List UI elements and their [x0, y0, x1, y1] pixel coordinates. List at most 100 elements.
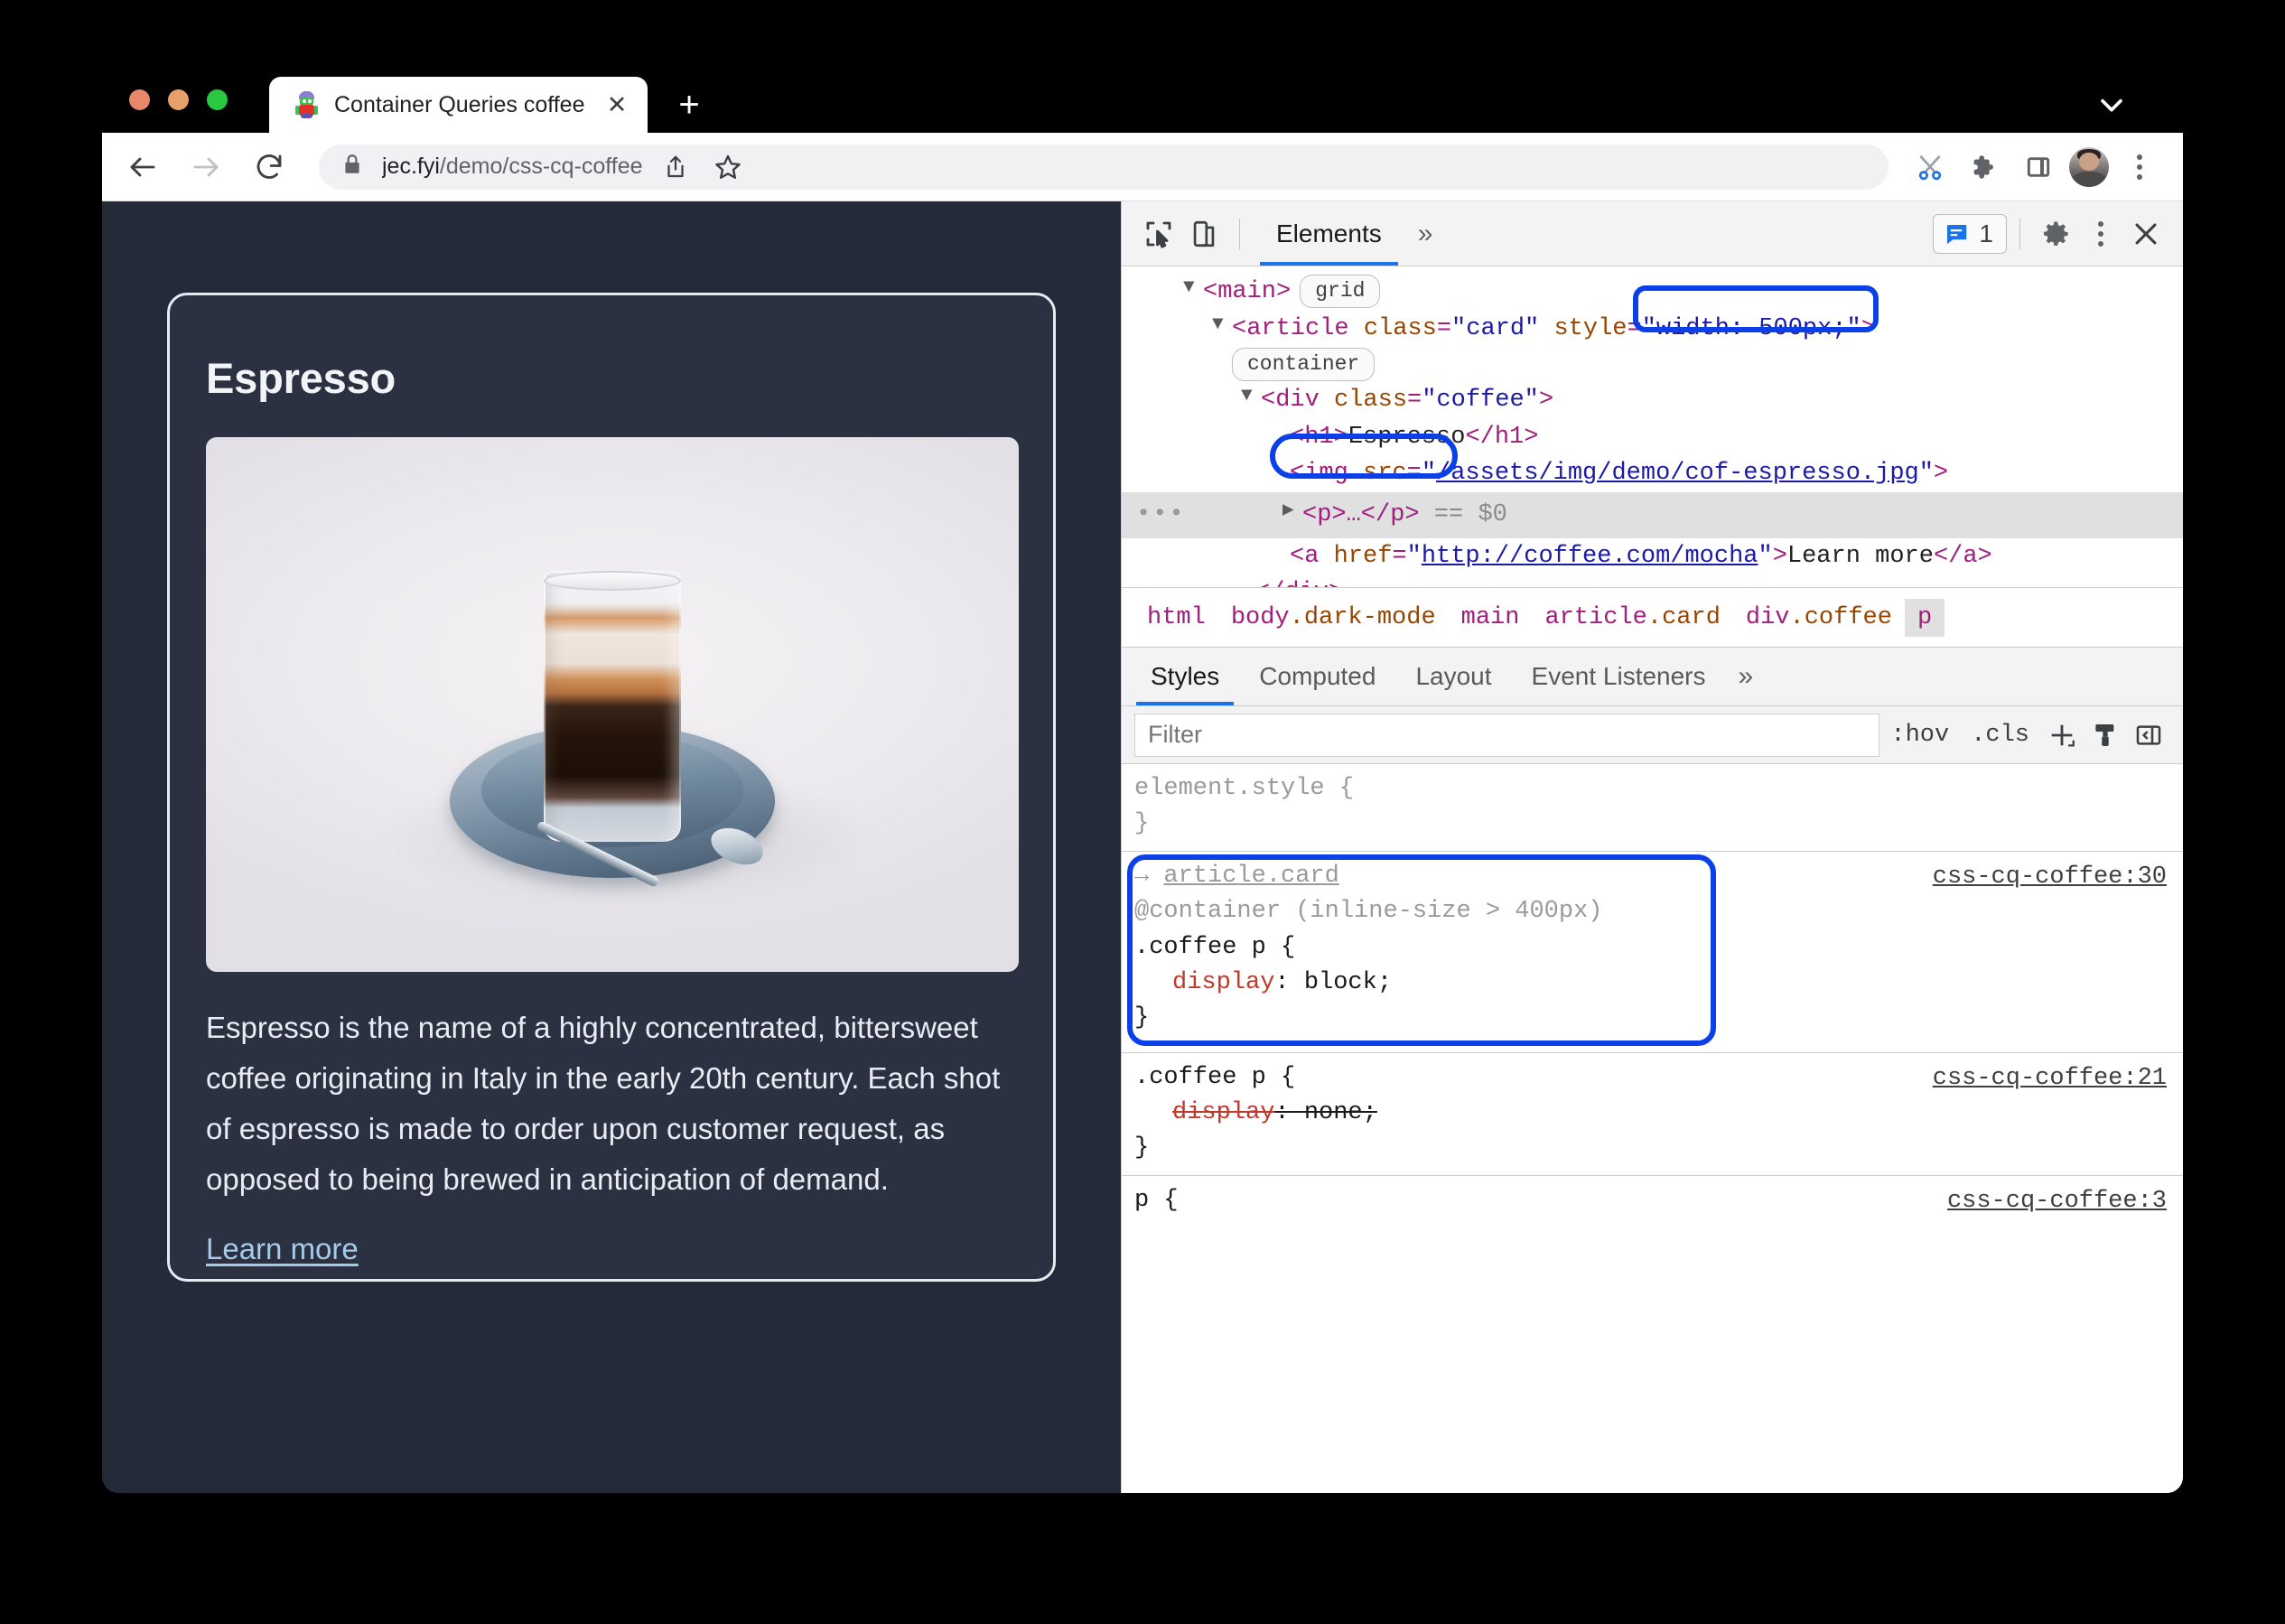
dom-attr-class: class: [1334, 387, 1408, 415]
paintbrush-icon[interactable]: [2084, 714, 2127, 757]
avatar[interactable]: [2069, 146, 2109, 187]
dom-tree[interactable]: ▼ <main> grid ▼ <article class = "card" st…: [1122, 266, 2183, 587]
settings-gear-icon[interactable]: [2033, 211, 2078, 257]
card-title: Espresso: [206, 354, 396, 402]
tab-layout[interactable]: Layout: [1395, 648, 1511, 705]
share-icon[interactable]: [652, 144, 699, 191]
declaration-display-overridden[interactable]: display: none;: [1134, 1096, 2183, 1131]
rule-close-brace: }: [1134, 810, 1150, 838]
dom-node-article[interactable]: ▼ <article class = "card" style = "width: 50…: [1122, 311, 2183, 348]
browser-menu-icon[interactable]: [2116, 144, 2163, 191]
dom-node-div-coffee[interactable]: ▼ <div class = "coffee" >: [1122, 382, 2183, 419]
dom-tag: <a: [1290, 542, 1334, 570]
styles-filter-input[interactable]: [1134, 713, 1880, 757]
dom-node-img[interactable]: <img src="/assets/img/demo/cof-espresso.…: [1122, 455, 2183, 492]
declaration-property[interactable]: display: [1172, 1099, 1274, 1126]
minimize-window-button[interactable]: [168, 89, 189, 110]
device-toolbar-icon[interactable]: [1181, 211, 1226, 257]
maximize-window-button[interactable]: [207, 89, 228, 110]
rule-selector[interactable]: .coffee p {: [1134, 930, 2183, 966]
rule-close-brace: }: [1134, 1003, 1150, 1031]
rule-origin-link[interactable]: css-cq-coffee:30: [1933, 860, 2167, 895]
dom-node-div-close[interactable]: </div>: [1122, 574, 2183, 587]
issues-message-icon: [1947, 224, 1967, 244]
close-window-button[interactable]: [129, 89, 150, 110]
dom-tag: <img: [1290, 460, 1364, 488]
rule-selector[interactable]: element.style {: [1134, 771, 2183, 807]
learn-more-link[interactable]: Learn more: [206, 1232, 359, 1266]
breadcrumb-p[interactable]: p: [1904, 598, 1945, 637]
dom-attr-src-value[interactable]: /assets/img/demo/cof-espresso.jpg: [1436, 460, 1919, 487]
dom-attr-class-value[interactable]: "coffee": [1422, 383, 1539, 418]
declaration-value[interactable]: none;: [1304, 1099, 1377, 1126]
more-panels-icon[interactable]: »: [1405, 219, 1446, 249]
scissors-icon[interactable]: [1907, 144, 1954, 191]
class-toggle-button[interactable]: .cls: [1960, 722, 2040, 749]
rule-origin-link[interactable]: css-cq-coffee:21: [1933, 1061, 2167, 1097]
browser-tab[interactable]: Container Queries coffee ✕: [269, 77, 648, 133]
grid-badge[interactable]: grid: [1300, 275, 1381, 308]
url-path: /demo/css-cq-coffee: [439, 154, 643, 179]
dom-node-main[interactable]: ▼ <main> grid: [1122, 274, 2183, 311]
dom-row-menu-icon[interactable]: •••: [1122, 498, 1184, 533]
chevron-down-icon[interactable]: [2094, 88, 2129, 122]
extensions-puzzle-icon[interactable]: [1961, 144, 2008, 191]
dom-attr-style-value[interactable]: "width: 500px;": [1642, 312, 1861, 347]
devtools-panel: Elements » 1 ▼ <main> grid ▼ <article cl…: [1121, 201, 2183, 1493]
styles-rules-list[interactable]: element.style { } css-cq-coffee:30 → art…: [1122, 764, 2183, 1493]
toggle-sidebar-icon[interactable]: [2127, 714, 2170, 757]
more-styles-tabs-icon[interactable]: »: [1726, 661, 1767, 692]
rule-p[interactable]: css-cq-coffee:3 p {: [1122, 1176, 2183, 1227]
tab-computed[interactable]: Computed: [1239, 648, 1395, 705]
breadcrumb-div[interactable]: div.coffee: [1733, 599, 1905, 637]
close-tab-icon[interactable]: ✕: [601, 89, 633, 121]
rule-container-query[interactable]: css-cq-coffee:30 → article.card @contain…: [1122, 852, 2183, 1053]
breadcrumb-article[interactable]: article.card: [1532, 599, 1732, 637]
dom-tag: <p>…</p>: [1302, 500, 1420, 528]
hover-state-button[interactable]: :hov: [1879, 722, 1960, 749]
declaration-value[interactable]: block;: [1304, 969, 1392, 996]
breadcrumb-html[interactable]: html: [1134, 599, 1218, 637]
devtools-toolbar: Elements » 1: [1122, 201, 2183, 266]
declaration-display[interactable]: display: block;: [1134, 966, 2183, 1001]
bookmark-star-icon[interactable]: [704, 144, 751, 191]
tab-event-listeners[interactable]: Event Listeners: [1512, 648, 1726, 705]
issues-badge[interactable]: 1: [1933, 213, 2007, 254]
back-icon[interactable]: [122, 146, 163, 188]
content-area: Espresso Espresso is the name of a highl…: [102, 201, 2183, 1493]
rule-origin-link[interactable]: css-cq-coffee:3: [1947, 1184, 2167, 1219]
twisty-icon[interactable]: ▼: [1183, 275, 1203, 302]
devtools-menu-icon[interactable]: [2078, 211, 2123, 257]
tab-styles[interactable]: Styles: [1131, 648, 1239, 705]
tab-elements[interactable]: Elements: [1253, 201, 1405, 266]
window-traffic-lights: [129, 89, 228, 110]
twisty-icon[interactable]: ▶: [1282, 498, 1302, 525]
breadcrumb: html body.dark-mode main article.card di…: [1122, 587, 2183, 647]
espresso-photo: [206, 437, 1019, 972]
breadcrumb-main[interactable]: main: [1449, 599, 1533, 637]
dom-node-anchor[interactable]: <a href="http://coffee.com/mocha">Learn …: [1122, 538, 2183, 575]
rule-coffee-p[interactable]: css-cq-coffee:21 .coffee p { display: no…: [1122, 1053, 2183, 1177]
side-panel-icon[interactable]: [2015, 144, 2062, 191]
reload-icon[interactable]: [248, 146, 290, 188]
browser-tab-title: Container Queries coffee: [334, 91, 585, 117]
new-style-rule-button[interactable]: [2040, 714, 2084, 757]
rule-element-style[interactable]: element.style { }: [1122, 764, 2183, 853]
breadcrumb-body[interactable]: body.dark-mode: [1218, 599, 1449, 637]
dom-attr-class-value[interactable]: "card": [1451, 312, 1539, 347]
rule-close-brace: }: [1134, 1134, 1150, 1162]
inspect-element-icon[interactable]: [1136, 211, 1181, 257]
twisty-icon[interactable]: ▼: [1241, 383, 1261, 410]
coffee-card: Espresso Espresso is the name of a highl…: [167, 293, 1056, 1282]
dom-node-p-selected[interactable]: ••• ▶ <p>…</p> == $0: [1122, 491, 2183, 538]
close-devtools-icon[interactable]: [2123, 211, 2168, 257]
dom-tag: <div: [1261, 387, 1335, 415]
new-tab-button[interactable]: +: [668, 84, 710, 126]
declaration-property[interactable]: display: [1172, 969, 1274, 996]
twisty-icon[interactable]: ▼: [1212, 312, 1232, 339]
dom-node-h1[interactable]: <h1> Espresso </h1>: [1122, 419, 2183, 456]
dom-attr-href-value[interactable]: http://coffee.com/mocha: [1422, 543, 1758, 570]
address-bar[interactable]: jec.fyi/demo/css-cq-coffee: [319, 144, 1889, 191]
styles-filter-row: :hov .cls: [1122, 706, 2183, 764]
container-badge[interactable]: container: [1232, 348, 1376, 382]
